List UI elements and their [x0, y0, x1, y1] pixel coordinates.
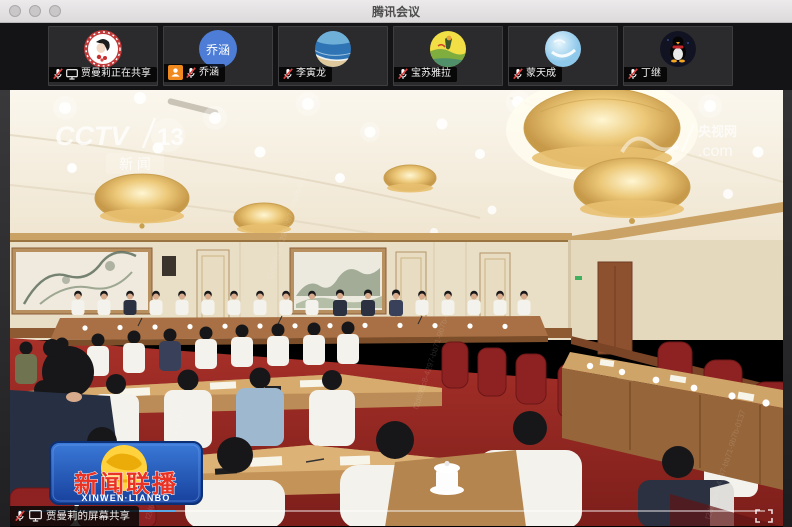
door	[197, 250, 229, 328]
window-titlebar: 腾讯会议	[0, 0, 792, 23]
participant-name: 贾曼莉正在共享	[81, 68, 151, 80]
shared-screen-video[interactable]: .h{fill:#17171a}.sk{fill:#d8ab8c}.w{fill…	[10, 90, 783, 527]
window-title: 腾讯会议	[372, 3, 420, 20]
door-right-wall	[598, 262, 632, 354]
participant-strip: 贾曼莉正在共享 乔涵 乔涵	[0, 23, 792, 90]
participant-name: 丁继	[641, 68, 661, 80]
participant-name: 李寅龙	[296, 68, 326, 80]
svg-text:央视网: 央视网	[698, 124, 737, 139]
minimize-window-button[interactable]	[29, 5, 41, 17]
mic-off-icon	[15, 510, 25, 522]
avatar-penguin	[659, 30, 697, 68]
participant-name-badge: 乔涵	[164, 64, 225, 82]
participant-name-badge: 蒙天成	[509, 67, 562, 82]
fullscreen-button[interactable]	[755, 509, 773, 523]
svg-text:13: 13	[157, 124, 184, 151]
svg-text:XINWEN·LIANBO: XINWEN·LIANBO	[81, 493, 170, 503]
mic-off-icon	[513, 68, 523, 80]
participant-name-badge: 贾曼莉正在共享	[49, 67, 157, 82]
participant-tile-sharer[interactable]: 贾曼莉正在共享	[48, 26, 158, 86]
xinwen-lianbo-logo: 新闻联播 XINWEN·LIANBO	[50, 442, 202, 504]
participant-name: 宝苏雅拉	[411, 68, 451, 80]
self-user-icon	[168, 65, 183, 80]
left-gutter	[0, 90, 10, 527]
participant-name-badge: 宝苏雅拉	[394, 67, 457, 82]
exit-light	[575, 276, 582, 280]
traffic-lights	[9, 5, 61, 17]
avatar-beach-photo	[314, 30, 352, 68]
avatar-cartoon	[429, 30, 467, 68]
close-window-button[interactable]	[9, 5, 21, 17]
mic-off-icon	[628, 68, 638, 80]
share-status-text: 贾曼莉的屏幕共享	[46, 508, 130, 523]
wall-speaker	[162, 256, 176, 276]
avatar	[84, 30, 122, 68]
participant-tile[interactable]: 丁继	[623, 26, 733, 86]
mic-off-icon	[53, 68, 63, 80]
participant-name: 乔涵	[199, 67, 219, 79]
mic-off-icon	[186, 67, 196, 79]
participant-name-badge: 丁继	[624, 67, 667, 82]
participant-tile[interactable]: 李寅龙	[278, 26, 388, 86]
share-status-badge: 贾曼莉的屏幕共享	[10, 506, 139, 526]
meeting-room-scene: .h{fill:#17171a}.sk{fill:#d8ab8c}.w{fill…	[10, 90, 783, 527]
participant-tile-self[interactable]: 乔涵 乔涵	[163, 26, 273, 86]
avatar-initials: 乔涵	[199, 30, 237, 68]
svg-text:新 闻: 新 闻	[119, 156, 151, 172]
screen-share-icon	[29, 510, 42, 522]
screen-share-icon	[66, 69, 78, 80]
participant-name: 蒙天成	[526, 68, 556, 80]
mic-off-icon	[398, 68, 408, 80]
right-gutter	[783, 90, 792, 527]
teacup-desk	[385, 450, 526, 527]
avatar-sky	[544, 30, 582, 68]
svg-text:CCTV: CCTV	[55, 121, 130, 151]
participant-tile[interactable]: 宝苏雅拉	[393, 26, 503, 86]
participant-name-badge: 李寅龙	[279, 67, 332, 82]
mic-off-icon	[283, 68, 293, 80]
svg-text:.com: .com	[698, 143, 733, 160]
zoom-window-button[interactable]	[49, 5, 61, 17]
head-table	[50, 316, 548, 346]
participant-tile[interactable]: 蒙天成	[508, 26, 618, 86]
